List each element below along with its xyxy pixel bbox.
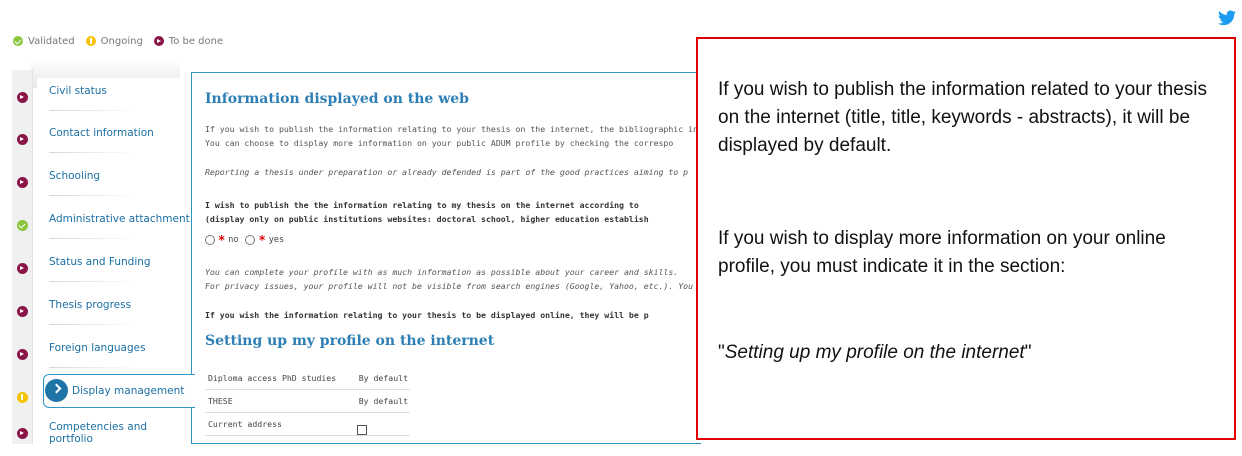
sidebar-item-administrative-attachment[interactable]: Administrative attachment	[17, 206, 192, 248]
sidebar-item-display-management[interactable]: Display management	[43, 374, 195, 408]
table-row: Current address	[205, 413, 410, 436]
to-be-done-status-icon	[153, 36, 164, 46]
to-be-done-status-icon	[17, 92, 28, 103]
section-title-web-info: Information displayed on the web	[205, 91, 469, 107]
validated-status-icon	[17, 220, 28, 231]
to-be-done-status-icon	[17, 306, 28, 317]
intro-text-line-2: You can choose to display more informati…	[205, 138, 674, 148]
table-row: Diploma access PhD studies By default	[205, 367, 410, 390]
chevron-right-icon	[45, 379, 68, 402]
sidebar-item-thesis-progress[interactable]: Thesis progress	[17, 292, 192, 334]
to-be-done-status-icon	[17, 263, 28, 274]
section-title-profile-setup: Setting up my profile on the internet	[205, 333, 495, 349]
sidebar-item-label[interactable]: Status and Funding	[49, 256, 151, 268]
callout-section-name: Setting up my profile on the internet	[724, 342, 1025, 363]
ongoing-status-icon	[17, 392, 28, 403]
row-label: THESE	[208, 396, 233, 406]
divider	[49, 281, 137, 282]
callout-quote: "Setting up my profile on the internet"	[718, 339, 1218, 367]
legend-ongoing-label: Ongoing	[100, 35, 143, 47]
quote-open: "	[718, 342, 725, 363]
profile-text-line-2: For privacy issues, your profile will no…	[205, 281, 693, 291]
sidebar-item-label[interactable]: Thesis progress	[49, 299, 131, 311]
radio-no[interactable]	[205, 235, 215, 245]
radio-yes-label: yes	[268, 235, 285, 245]
sidebar-item-label[interactable]: Competencies and portfolio	[49, 421, 192, 445]
sidebar-item-contact-information[interactable]: Contact information	[17, 120, 192, 162]
to-be-done-status-icon	[17, 428, 28, 439]
legend-to-be-done-label: To be done	[168, 35, 224, 47]
validated-status-icon	[13, 36, 23, 46]
publish-consent-line-1: I wish to publish the the information re…	[205, 200, 639, 210]
callout-text-2: If you wish to display more information …	[718, 228, 1166, 277]
radio-no-label: no	[228, 235, 239, 245]
publish-consent-radio-group: * no * yes	[205, 233, 284, 247]
sidebar-item-label[interactable]: Schooling	[49, 170, 100, 182]
sidebar-item-schooling[interactable]: Schooling	[17, 163, 192, 205]
sidebar-item-foreign-languages[interactable]: Foreign languages	[17, 335, 192, 377]
row-label: Current address	[208, 419, 282, 429]
required-asterisk: *	[218, 233, 226, 247]
divider	[49, 152, 137, 153]
sidebar-item-label[interactable]: Contact information	[49, 127, 154, 139]
sidebar-item-status-and-funding[interactable]: Status and Funding	[17, 249, 192, 291]
profile-text-line-1: You can complete your profile with as mu…	[205, 267, 679, 277]
sidebar-item-label[interactable]: Foreign languages	[49, 342, 146, 354]
quote-close: "	[1024, 342, 1032, 363]
sidebar-item-label[interactable]: Display management	[72, 385, 184, 397]
publish-consent-line-2: (display only on public institutions web…	[205, 214, 649, 224]
divider	[49, 195, 137, 196]
table-row: THESE By default	[205, 390, 410, 413]
sidebar-item-label[interactable]: Administrative attachment	[49, 213, 190, 225]
divider	[49, 110, 137, 111]
row-label: Diploma access PhD studies	[208, 373, 337, 383]
twitter-icon[interactable]	[1218, 10, 1236, 26]
sidebar-item-civil-status[interactable]: Civil status	[17, 78, 192, 120]
callout-text-1: If you wish to publish the information r…	[718, 79, 1207, 156]
sidebar-item-label[interactable]: Civil status	[49, 85, 107, 97]
display-online-text: If you wish the information relating to …	[205, 310, 649, 320]
divider	[49, 367, 137, 368]
intro-text-line-1: If you wish to publish the information r…	[205, 124, 708, 134]
divider	[49, 238, 137, 239]
radio-yes[interactable]	[245, 235, 256, 245]
to-be-done-status-icon	[17, 177, 28, 188]
legend-validated-label: Validated	[28, 35, 75, 47]
explanation-callout: If you wish to publish the information r…	[696, 37, 1236, 440]
row-value: By default	[358, 373, 408, 383]
sidebar-item-competencies-and-portfolio[interactable]: Competencies and portfolio	[17, 414, 192, 456]
row-value: By default	[358, 396, 408, 406]
to-be-done-status-icon	[17, 134, 28, 145]
divider	[49, 324, 137, 325]
checkbox-box[interactable]	[357, 425, 367, 435]
page-frame: Validated Ongoing To be done Civil statu…	[0, 0, 1242, 445]
ongoing-status-icon	[85, 36, 96, 46]
required-asterisk: *	[258, 233, 266, 247]
to-be-done-status-icon	[17, 349, 28, 360]
status-column	[12, 70, 33, 444]
status-legend: Validated Ongoing To be done	[13, 33, 229, 49]
good-practices-text: Reporting a thesis under preparation or …	[205, 167, 689, 177]
profile-settings-table: Diploma access PhD studies By default TH…	[205, 367, 410, 436]
